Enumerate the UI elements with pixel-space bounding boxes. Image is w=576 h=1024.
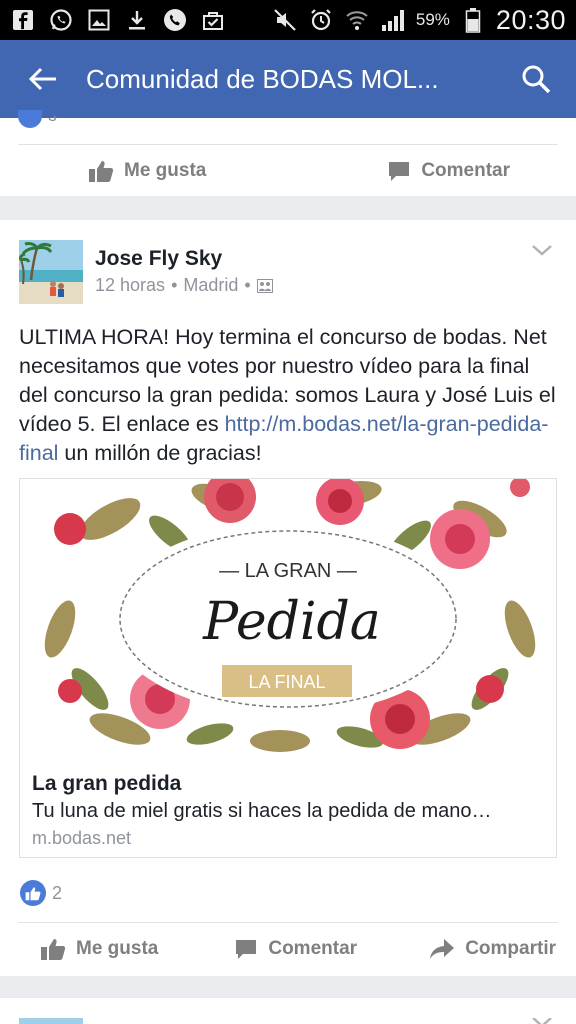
like-button[interactable]: Me gusta: [88, 159, 206, 183]
search-button[interactable]: [496, 40, 576, 118]
share-button[interactable]: Compartir: [429, 938, 556, 960]
battery-icon: [460, 7, 486, 33]
chevron-down-icon[interactable]: [530, 1018, 554, 1024]
preview-image-top-text: — LA GRAN —: [219, 560, 357, 582]
comment-icon: [236, 939, 257, 959]
gallery-icon: [86, 7, 112, 33]
link-preview-description: Tu luna de miel gratis si haces la pedid…: [32, 800, 492, 822]
download-icon: [124, 7, 150, 33]
post-text-end: un millón de gracias!: [58, 441, 262, 465]
avatar[interactable]: [19, 1018, 83, 1024]
thumbs-up-icon: [41, 938, 66, 960]
group-audience-icon: [256, 278, 273, 293]
chevron-down-icon: [532, 245, 552, 256]
arrow-left-icon: [28, 67, 56, 91]
post-location[interactable]: Madrid: [183, 275, 238, 296]
clock: 20:30: [495, 4, 566, 35]
post-options-button[interactable]: [530, 242, 554, 258]
post-time[interactable]: 12 horas: [95, 275, 165, 296]
comment-button[interactable]: Comentar: [234, 938, 357, 960]
link-preview-card[interactable]: — LA GRAN — Pedida LA FINAL La gran pedi…: [19, 478, 557, 858]
like-button[interactable]: Me gusta: [40, 937, 158, 961]
link-preview-domain: m.bodas.net: [32, 828, 132, 848]
action-bar: Me gusta Comentar Compartir: [18, 922, 558, 974]
next-post: [0, 998, 576, 1024]
search-icon: [522, 65, 551, 94]
previous-post: 3 Me gusta Comentar: [0, 110, 576, 196]
link-preview-image: — LA GRAN — Pedida LA FINAL: [20, 479, 556, 757]
comment-label: Comentar: [421, 159, 510, 181]
like-reaction-icon: [18, 110, 42, 128]
status-bar: 59% 20:30: [0, 0, 576, 40]
action-bar: Me gusta Comentar: [18, 144, 558, 196]
alarm-icon: [308, 7, 334, 33]
battery-percent: 59%: [415, 10, 450, 29]
facebook-icon: [10, 7, 36, 33]
meta-separator: •: [171, 275, 178, 295]
post-author[interactable]: Jose Fly Sky: [95, 247, 222, 271]
share-arrow-icon: [430, 938, 455, 959]
wifi-icon: [344, 7, 370, 33]
post-meta: 12 horas • Madrid •: [95, 275, 273, 296]
like-label: Me gusta: [76, 937, 159, 959]
comment-button[interactable]: Comentar: [387, 160, 510, 182]
preview-image-script-text: Pedida: [202, 592, 381, 652]
phone-icon: [162, 7, 188, 33]
back-button[interactable]: [0, 40, 86, 118]
avatar[interactable]: [19, 240, 83, 304]
mute-icon: [272, 7, 298, 33]
app-bar: Comunidad de BODAS MOL...: [0, 40, 576, 118]
meta-separator: •: [244, 275, 251, 295]
comment-icon: [389, 161, 410, 181]
preview-image-badge-text: LA FINAL: [248, 672, 325, 692]
like-reaction-icon: [20, 880, 46, 906]
share-label: Compartir: [465, 937, 556, 959]
comment-label: Comentar: [268, 937, 358, 959]
signal-icon: [380, 7, 406, 33]
like-label: Me gusta: [124, 159, 207, 181]
thumbs-up-icon: [89, 160, 114, 182]
post-text: ULTIMA HORA! Hoy termina el concurso de …: [19, 323, 559, 468]
bag-check-icon: [200, 7, 226, 33]
page-title: Comunidad de BODAS MOL...: [86, 63, 439, 94]
link-preview-title: La gran pedida: [32, 772, 182, 795]
feed-post: Jose Fly Sky 12 horas • Madrid • ULTIMA …: [0, 220, 576, 976]
whatsapp-icon: [48, 7, 74, 33]
reactions-summary[interactable]: 2: [20, 880, 62, 906]
reaction-count: 2: [52, 882, 63, 903]
